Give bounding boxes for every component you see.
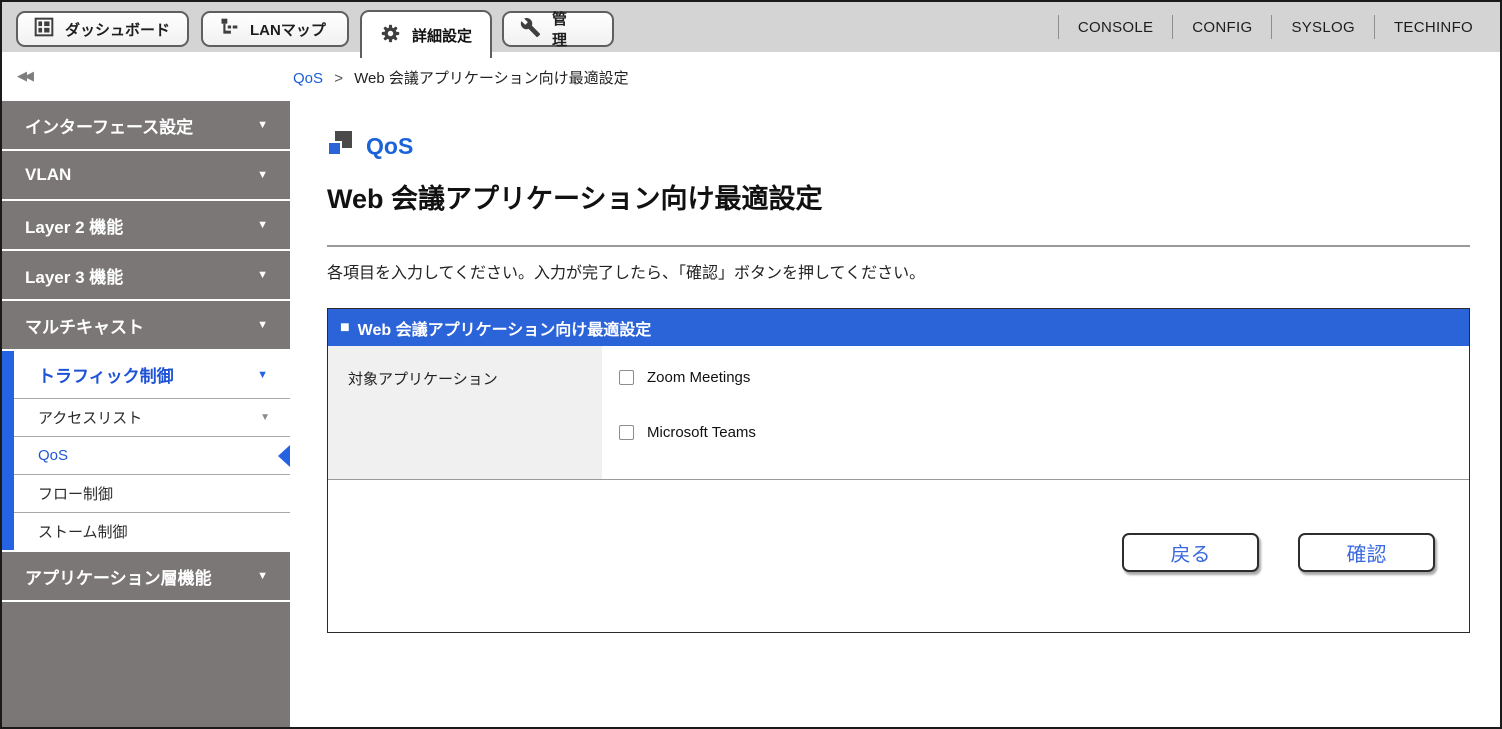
tab-dashboard[interactable]: ダッシュボード	[16, 11, 189, 47]
breadcrumb-link-qos[interactable]: QoS	[293, 70, 323, 87]
sidebar-group-traffic-control: トラフィック制御 ▼ アクセスリスト ▼ QoS フロー制御 ストーム制御	[2, 351, 290, 550]
zoom-meetings-checkbox[interactable]	[619, 370, 634, 385]
chevron-down-icon: ▼	[257, 119, 268, 131]
gear-icon	[380, 23, 401, 48]
tab-lan-map-label: LANマップ	[250, 19, 326, 40]
row-label: 対象アプリケーション	[328, 346, 602, 479]
wrench-icon	[520, 17, 541, 42]
sidebar-item-application-layer[interactable]: アプリケーション層機能 ▼	[2, 552, 290, 600]
sidebar-subitem-storm-control[interactable]: ストーム制御	[14, 512, 290, 550]
microsoft-teams-checkbox[interactable]	[619, 425, 634, 440]
tab-advanced-settings-label: 詳細設定	[412, 25, 472, 46]
link-techinfo[interactable]: TECHINFO	[1375, 19, 1492, 36]
sidebar-item-label: インターフェース設定	[25, 113, 193, 138]
checkbox-label: Zoom Meetings	[647, 369, 750, 386]
sidebar-item-multicast[interactable]: マルチキャスト ▼	[2, 301, 290, 349]
sidebar-item-label: VLAN	[25, 165, 71, 185]
sidebar-menu: インターフェース設定 ▼ VLAN ▼ Layer 2 機能 ▼ Layer 3…	[2, 101, 290, 727]
checkbox-row-zoom-meetings: Zoom Meetings	[619, 369, 1469, 386]
panel-header-title: Web 会議アプリケーション向け最適設定	[358, 316, 652, 340]
panel-footer: 戻る 確認	[328, 480, 1469, 632]
checkbox-row-microsoft-teams: Microsoft Teams	[619, 424, 1469, 441]
sidebar-subitem-qos[interactable]: QoS	[14, 436, 290, 474]
sidebar-subitem-access-list[interactable]: アクセスリスト ▼	[14, 398, 290, 436]
sidebar-item-label: トラフィック制御	[38, 362, 174, 387]
tab-dashboard-label: ダッシュボード	[65, 19, 170, 40]
tab-lan-map[interactable]: LANマップ	[201, 11, 349, 47]
chevron-down-icon: ▼	[257, 269, 268, 281]
tab-management-label: 管 理	[552, 8, 596, 50]
back-button[interactable]: 戻る	[1122, 533, 1259, 572]
page-title: Web 会議アプリケーション向け最適設定	[327, 177, 1470, 216]
section-title: QoS	[366, 133, 413, 160]
top-utility-links: CONSOLE CONFIG SYSLOG TECHINFO	[1058, 2, 1492, 52]
chevron-down-icon: ▼	[257, 219, 268, 231]
sidebar-filler	[2, 602, 290, 727]
chevron-down-icon: ▼	[257, 570, 268, 582]
settings-panel: ■ Web 会議アプリケーション向け最適設定 対象アプリケーション Zoom M…	[327, 308, 1470, 633]
instruction-text: 各項目を入力してください。入力が完了したら、「確認」ボタンを押してください。	[327, 259, 1470, 283]
chevron-down-icon: ▼	[257, 369, 268, 381]
sidebar-item-label: アプリケーション層機能	[25, 564, 212, 589]
sidebar-item-label: Layer 2 機能	[25, 213, 123, 238]
confirm-button[interactable]: 確認	[1298, 533, 1435, 572]
sidebar-item-label: Layer 3 機能	[25, 263, 123, 288]
main-content: QoS Web 会議アプリケーション向け最適設定 各項目を入力してください。入力…	[290, 101, 1500, 727]
lanmap-icon	[219, 17, 239, 41]
link-syslog[interactable]: SYSLOG	[1272, 19, 1374, 36]
sidebar-subitem-label: QoS	[38, 447, 68, 464]
section-heading: QoS	[327, 131, 1470, 162]
checkbox-label: Microsoft Teams	[647, 424, 756, 441]
sidebar-subitem-flow-control[interactable]: フロー制御	[14, 474, 290, 512]
app-window: ダッシュボード LANマップ	[0, 0, 1502, 729]
breadcrumb-separator: >	[334, 70, 343, 87]
tab-advanced-settings[interactable]: 詳細設定	[360, 10, 492, 58]
sidebar-item-vlan[interactable]: VLAN ▼	[2, 151, 290, 199]
breadcrumb-current: Web 会議アプリケーション向け最適設定	[354, 70, 628, 87]
link-config[interactable]: CONFIG	[1173, 19, 1271, 36]
row-content: Zoom Meetings Microsoft Teams	[602, 346, 1469, 479]
tab-management[interactable]: 管 理	[502, 11, 614, 47]
divider	[327, 245, 1470, 247]
breadcrumb-bar: ◀◀ QoS > Web 会議アプリケーション向け最適設定	[2, 52, 1500, 101]
square-bullet-icon: ■	[340, 319, 350, 337]
sidebar-item-layer3[interactable]: Layer 3 機能 ▼	[2, 251, 290, 299]
sidebar-subitem-label: アクセスリスト	[38, 407, 142, 428]
sidebar-subitem-label: ストーム制御	[38, 521, 128, 542]
sidebar-item-traffic-control[interactable]: トラフィック制御 ▼	[14, 351, 290, 398]
sidebar-subitem-label: フロー制御	[38, 483, 113, 504]
sidebar-item-interface-settings[interactable]: インターフェース設定 ▼	[2, 101, 290, 149]
chevron-down-icon: ▼	[257, 319, 268, 331]
link-console[interactable]: CONSOLE	[1059, 19, 1172, 36]
active-page-marker-icon	[278, 445, 290, 467]
panel-header: ■ Web 会議アプリケーション向け最適設定	[328, 309, 1469, 346]
chevron-down-icon: ▼	[260, 412, 270, 423]
breadcrumb: QoS > Web 会議アプリケーション向け最適設定	[293, 67, 629, 88]
chevron-down-icon: ▼	[257, 169, 268, 181]
sidebar-item-layer2[interactable]: Layer 2 機能 ▼	[2, 201, 290, 249]
sidebar-item-label: マルチキャスト	[25, 313, 144, 338]
top-navigation-bar: ダッシュボード LANマップ	[2, 2, 1500, 52]
table-row: 対象アプリケーション Zoom Meetings Microsoft Teams	[328, 346, 1469, 480]
dashboard-icon	[34, 17, 54, 41]
qos-section-icon	[327, 131, 353, 162]
sidebar-collapse-icon[interactable]: ◀◀	[17, 68, 31, 84]
